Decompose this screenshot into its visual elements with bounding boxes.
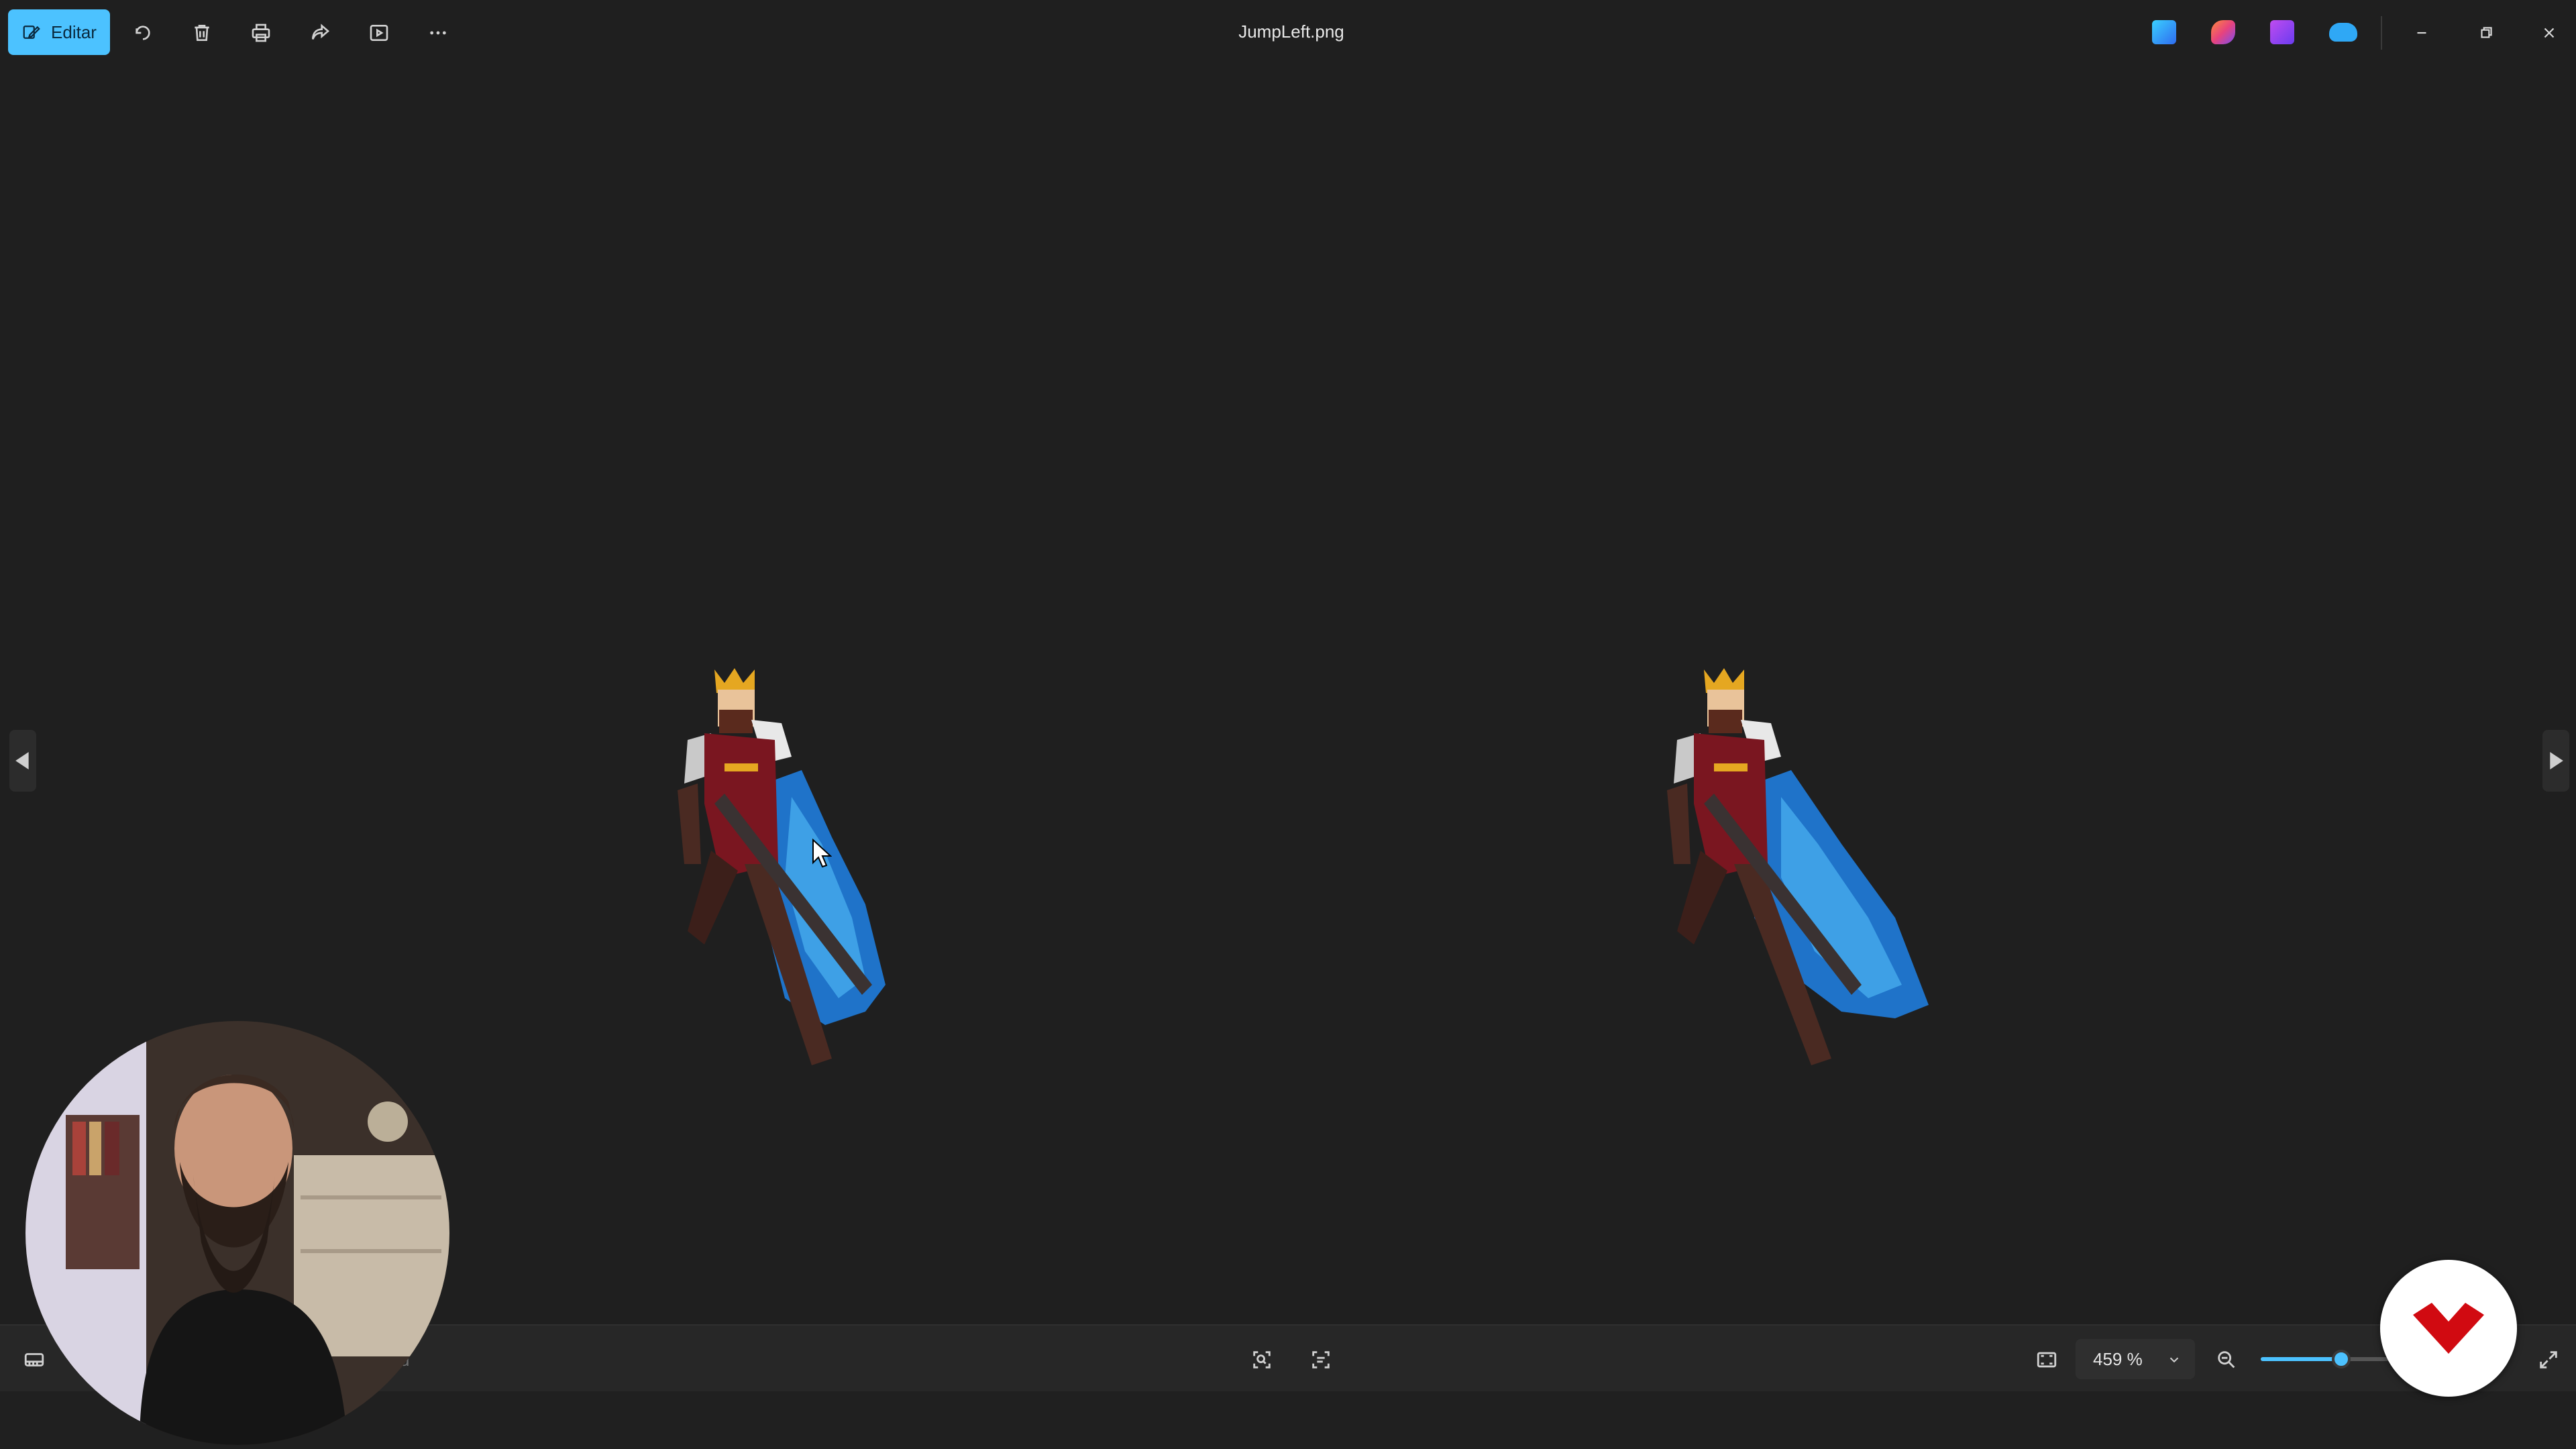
more-options-button[interactable] <box>420 15 456 51</box>
slideshow-button[interactable] <box>361 15 397 51</box>
mouse-cursor-icon <box>812 839 832 868</box>
full-screen-button[interactable] <box>2530 1342 2567 1378</box>
rotate-icon <box>136 25 150 40</box>
window-footer <box>0 1391 2576 1449</box>
designer-app-icon[interactable] <box>2152 20 2176 44</box>
clipchamp-app-icon[interactable] <box>2211 20 2235 44</box>
next-image-button[interactable] <box>2542 730 2569 792</box>
zoom-slider-fill <box>2261 1357 2341 1361</box>
toolbar-separator <box>2381 16 2382 50</box>
print-button[interactable] <box>243 15 279 51</box>
edit-button[interactable]: Editar <box>8 9 110 55</box>
more-icon <box>430 31 446 35</box>
top-toolbar: Editar JumpLeft.png <box>0 0 2576 66</box>
king-sprite-frame-1 <box>678 668 885 1065</box>
edit-pencil-icon <box>23 25 40 39</box>
slideshow-icon <box>370 25 388 41</box>
onedrive-icon[interactable] <box>2329 23 2357 42</box>
video-editor-app-icon[interactable] <box>2270 20 2294 44</box>
delete-button[interactable] <box>184 15 220 51</box>
arrow-left-icon <box>15 752 29 769</box>
text-scan-icon <box>1312 1351 1330 1368</box>
filmstrip-icon <box>24 1353 44 1366</box>
delete-icon <box>195 25 209 41</box>
photos-app-window: Editar JumpLeft.png 459 % <box>0 0 2576 1449</box>
minimize-icon <box>2417 32 2426 34</box>
filmstrip-toggle-button[interactable] <box>16 1342 52 1378</box>
share-button[interactable] <box>302 15 338 51</box>
text-extract-button[interactable] <box>1303 1342 1339 1378</box>
zoom-slider-thumb[interactable] <box>2332 1350 2351 1368</box>
window-title: JumpLeft.png <box>1238 21 1344 42</box>
chevron-down-icon <box>2169 1357 2179 1363</box>
brand-logo-icon <box>2413 1303 2484 1354</box>
zoom-out-icon <box>2218 1351 2235 1368</box>
presenter-video-image <box>25 1021 449 1445</box>
king-sprite-frame-2 <box>1667 668 1929 1065</box>
rotate-button[interactable] <box>125 15 161 51</box>
zoom-value: 459 % <box>2093 1348 2143 1369</box>
minimize-button[interactable] <box>2402 16 2442 50</box>
zoom-slider[interactable] <box>2261 1350 2395 1368</box>
close-icon <box>2544 28 2555 38</box>
brand-logo-badge <box>2380 1260 2517 1397</box>
expand-icon <box>2540 1351 2557 1368</box>
edit-button-label: Editar <box>51 21 97 42</box>
fit-window-icon <box>2037 1352 2057 1368</box>
restore-icon <box>2481 27 2492 38</box>
share-icon <box>312 23 330 40</box>
zoom-level-dropdown[interactable]: 459 % <box>2076 1339 2195 1379</box>
previous-image-button[interactable] <box>9 730 36 792</box>
fit-to-window-button[interactable] <box>2029 1342 2065 1378</box>
webcam-overlay <box>25 1021 449 1445</box>
arrow-right-icon <box>2550 752 2563 769</box>
visual-search-icon <box>1253 1351 1271 1368</box>
print-icon <box>252 23 270 42</box>
visual-search-button[interactable] <box>1244 1342 1280 1378</box>
zoom-out-button[interactable] <box>2208 1342 2245 1378</box>
restore-button[interactable] <box>2466 16 2506 50</box>
close-button[interactable] <box>2530 16 2568 50</box>
